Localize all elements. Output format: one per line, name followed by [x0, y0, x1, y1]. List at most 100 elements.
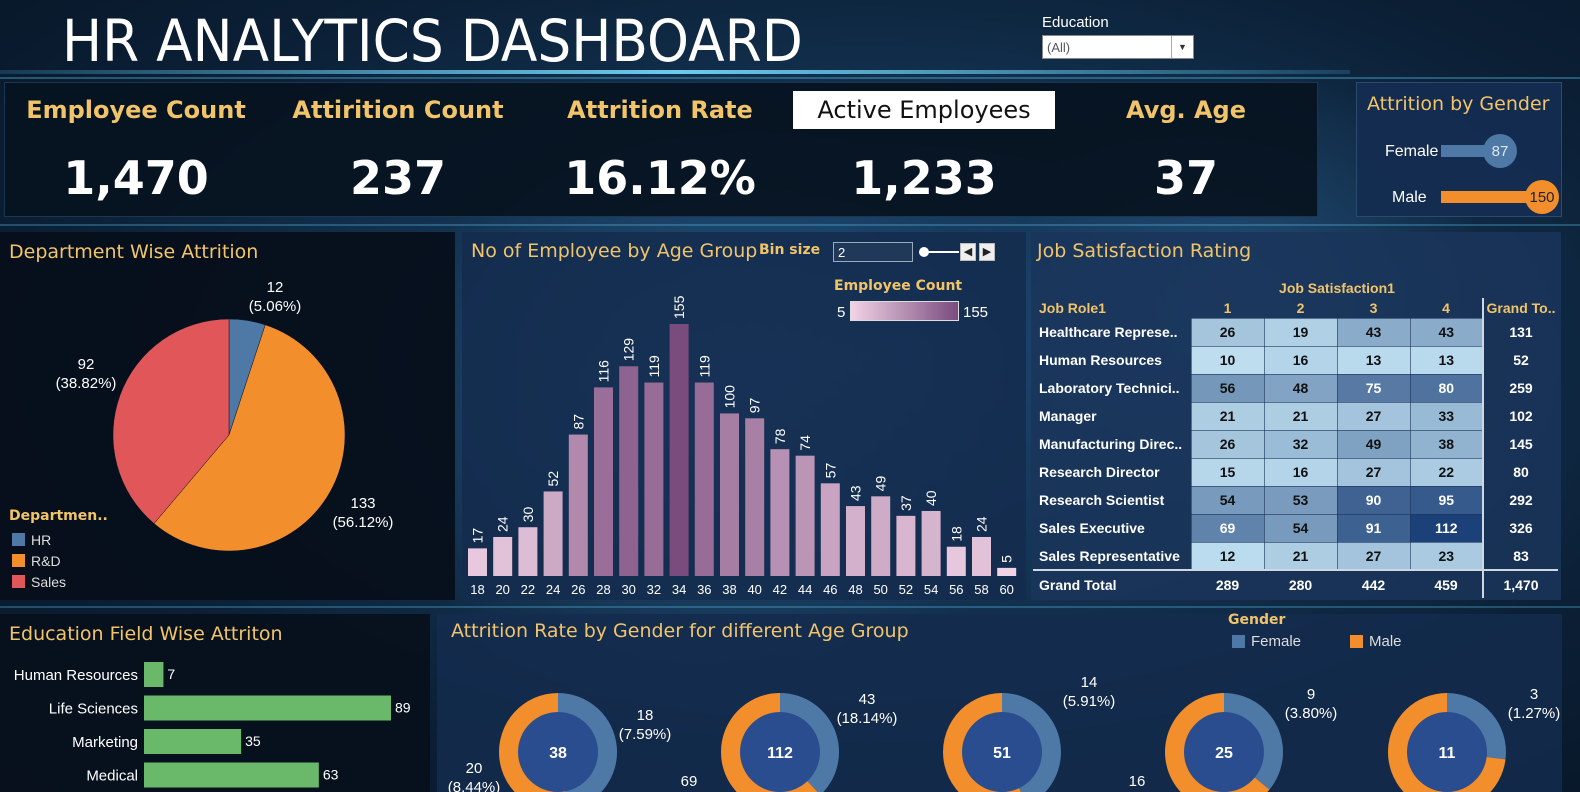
heatmap-cell[interactable]: 27	[1336, 457, 1411, 487]
age-bar[interactable]	[493, 536, 513, 576]
column-total: 459	[1410, 569, 1483, 598]
row-total: 326	[1482, 514, 1558, 542]
table-row: Manager 21 21 27 33 102	[1033, 401, 1558, 431]
edu-bar[interactable]	[144, 729, 242, 754]
heatmap-cell[interactable]: 38	[1409, 429, 1484, 459]
column-group-header: Job Satisfaction1	[1279, 280, 1395, 296]
column-header: 3	[1369, 299, 1378, 316]
age-bar[interactable]	[619, 366, 639, 576]
age-bar-value: 24	[495, 516, 511, 532]
edu-bar[interactable]	[144, 762, 319, 788]
age-bar[interactable]	[669, 324, 689, 576]
heatmap-cell[interactable]: 90	[1336, 485, 1411, 515]
age-bar[interactable]	[770, 449, 790, 576]
donut-male-label: 16	[1129, 773, 1146, 790]
heatmap-cell[interactable]: 13	[1409, 345, 1484, 375]
heatmap-cell[interactable]: 13	[1336, 345, 1411, 375]
heatmap-cell[interactable]: 26	[1190, 429, 1265, 459]
heatmap-cell[interactable]: 32	[1263, 429, 1338, 459]
chevron-down-icon[interactable]: ▼	[1171, 36, 1193, 58]
age-bar[interactable]	[795, 455, 815, 576]
age-bar[interactable]	[896, 515, 916, 576]
grand-total-label: Grand Total	[1033, 569, 1191, 598]
heatmap-cell[interactable]: 54	[1263, 513, 1338, 543]
age-bar[interactable]	[518, 527, 538, 576]
age-bar[interactable]	[543, 491, 563, 576]
education-select[interactable]: (All) ▼	[1042, 35, 1194, 59]
donut-value-label: 9	[1307, 686, 1315, 703]
kpi-avg-age: Avg. Age 37	[1055, 83, 1317, 216]
heatmap-cell[interactable]: 27	[1336, 541, 1411, 571]
heatmap-cell[interactable]: 112	[1409, 513, 1484, 543]
education-field-panel: Education Field Wise Attriton Human Reso…	[0, 614, 430, 792]
heatmap-cell[interactable]: 43	[1409, 317, 1484, 347]
donut-center-value: 112	[767, 745, 793, 762]
heatmap-cell[interactable]: 21	[1263, 541, 1338, 571]
donut-pct-label: (1.27%)	[1508, 705, 1561, 722]
age-tick-label: 24	[546, 582, 560, 597]
legend-item[interactable]: HR	[12, 529, 66, 550]
heatmap-cell[interactable]: 23	[1409, 541, 1484, 571]
heatmap-cell[interactable]: 95	[1409, 485, 1484, 515]
pie-pct-label: (5.06%)	[249, 298, 302, 315]
gender-bar-female-value: 87	[1483, 134, 1517, 168]
heatmap-cell[interactable]: 21	[1263, 401, 1338, 431]
heatmap-cell[interactable]: 75	[1336, 373, 1411, 403]
heatmap-cell[interactable]: 56	[1190, 373, 1265, 403]
age-bar[interactable]	[694, 382, 714, 576]
edu-bar[interactable]	[144, 695, 391, 721]
age-bar-value: 97	[747, 398, 763, 414]
age-bar[interactable]	[644, 382, 664, 576]
age-bar[interactable]	[568, 434, 588, 576]
heatmap-cell[interactable]: 33	[1409, 401, 1484, 431]
age-bar-value: 17	[470, 528, 486, 544]
age-bar[interactable]	[820, 483, 840, 576]
age-bar[interactable]	[972, 536, 991, 576]
age-gender-donut-charts: 38 18 (7.59%) 20 (8.44%) 112 43 (18.14%) 69 51 14 (…	[448, 674, 1561, 792]
heatmap-cell[interactable]: 43	[1336, 317, 1411, 347]
heatmap-cell[interactable]: 48	[1263, 373, 1338, 403]
legend-item[interactable]: R&D	[12, 550, 66, 571]
age-bar[interactable]	[594, 387, 613, 576]
heatmap-cell[interactable]: 16	[1263, 457, 1338, 487]
heatmap-cell[interactable]: 53	[1263, 485, 1338, 515]
age-bar[interactable]	[946, 546, 966, 576]
kpi-label: Active Employees	[793, 91, 1055, 129]
table-row: Research Scientist 54 53 90 95 292	[1033, 485, 1558, 515]
age-group-panel: No of Employee by Age Group Bin size 2 ◀…	[462, 232, 1026, 600]
table-row: Human Resources 10 16 13 13 52	[1033, 345, 1558, 375]
education-filter[interactable]: Education (All) ▼	[1042, 14, 1194, 59]
heatmap-cell[interactable]: 16	[1263, 345, 1338, 375]
heatmap-cell[interactable]: 54	[1190, 485, 1265, 515]
heatmap-cell[interactable]: 12	[1190, 541, 1265, 571]
kpi-active-employees[interactable]: Active Employees 1,233	[793, 83, 1055, 216]
heatmap-cell[interactable]: 22	[1409, 457, 1484, 487]
pie-pct-label: (38.82%)	[56, 375, 117, 392]
age-bar[interactable]	[921, 510, 941, 576]
kpi-value: 16.12%	[564, 151, 756, 205]
heatmap-cell[interactable]: 15	[1190, 457, 1265, 487]
edu-bar[interactable]	[144, 662, 164, 687]
age-bar[interactable]	[997, 567, 1017, 576]
age-bar[interactable]	[468, 548, 487, 576]
heatmap-cell[interactable]: 10	[1190, 345, 1265, 375]
age-tick-label: 40	[747, 582, 761, 597]
heatmap-cell[interactable]: 91	[1336, 513, 1411, 543]
legend-item[interactable]: Sales	[12, 571, 66, 592]
age-bar[interactable]	[745, 418, 765, 576]
age-bar[interactable]	[846, 506, 865, 576]
heatmap-cell[interactable]: 69	[1190, 513, 1265, 543]
heatmap-cell[interactable]: 80	[1409, 373, 1484, 403]
age-bar[interactable]	[720, 413, 739, 576]
heatmap-cell[interactable]: 27	[1336, 401, 1411, 431]
heatmap-cell[interactable]: 49	[1336, 429, 1411, 459]
kpi-value: 1,233	[851, 151, 997, 205]
age-bar[interactable]	[871, 496, 891, 576]
edu-bar-value: 89	[395, 700, 411, 716]
age-tick-label: 48	[848, 582, 862, 597]
heatmap-cell[interactable]: 21	[1190, 401, 1265, 431]
heatmap-cell[interactable]: 19	[1263, 317, 1338, 347]
heatmap-cell[interactable]: 26	[1190, 317, 1265, 347]
table-row: Sales Representative 12 21 27 23 83	[1033, 541, 1558, 571]
age-tick-label: 42	[773, 582, 787, 597]
